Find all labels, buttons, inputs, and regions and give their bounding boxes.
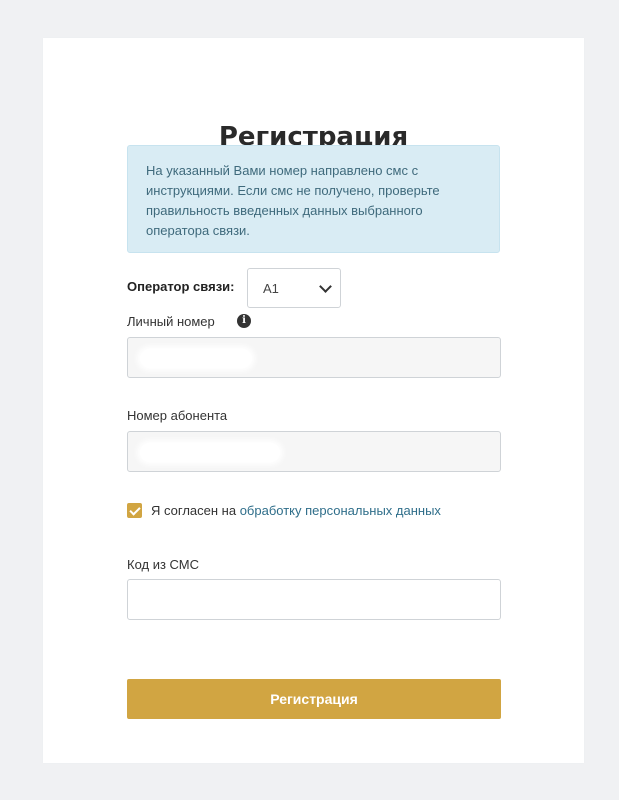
redacted-value [140, 443, 280, 462]
subscriber-number-label: Номер абонента [127, 408, 228, 423]
personal-number-input[interactable] [127, 337, 501, 378]
sms-info-alert: На указанный Вами номер направлено смс с… [127, 145, 500, 253]
sms-code-label: Код из СМС [127, 557, 200, 572]
operator-selected-value: A1 [263, 280, 279, 296]
operator-select[interactable]: A1 [247, 268, 341, 308]
operator-label: Оператор связи: [127, 279, 235, 294]
info-icon[interactable]: i [237, 314, 251, 328]
consent-text: Я согласен на обработку персональных дан… [151, 503, 441, 518]
register-button[interactable]: Регистрация [127, 679, 501, 719]
consent-prefix: Я согласен на [151, 503, 237, 518]
chevron-down-icon [319, 279, 332, 293]
subscriber-number-input[interactable] [127, 431, 501, 472]
redacted-value [140, 349, 252, 368]
consent-checkbox[interactable] [127, 503, 142, 518]
personal-number-label: Личный номер [127, 314, 215, 329]
personal-data-link[interactable]: обработку персональных данных [240, 503, 441, 518]
sms-code-input[interactable] [127, 579, 501, 620]
